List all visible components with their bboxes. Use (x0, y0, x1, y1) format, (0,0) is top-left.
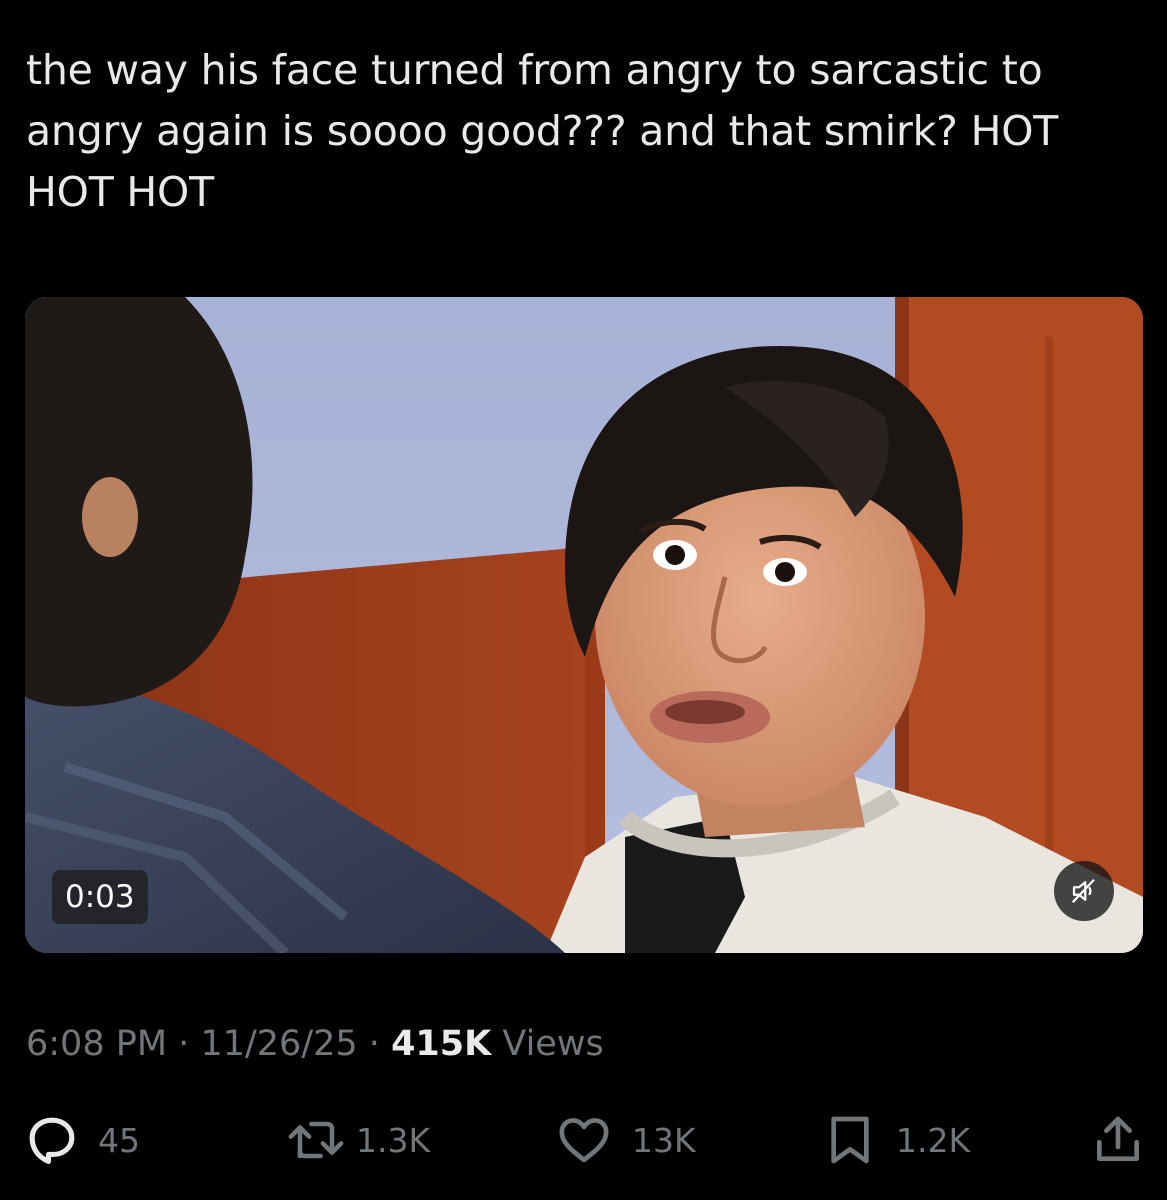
reply-button[interactable]: 45 (24, 1110, 140, 1170)
retweet-icon (288, 1121, 344, 1159)
meta-separator: · (368, 1024, 380, 1064)
video-player[interactable]: 0:03 (25, 297, 1143, 953)
like-button[interactable]: 13K (554, 1110, 696, 1170)
action-bar: 45 1.3K 13K 1.2K (0, 1110, 1167, 1170)
tweet-time[interactable]: 6:08 PM (26, 1024, 167, 1064)
speaker-muted-icon (1071, 878, 1095, 904)
reply-count: 45 (98, 1120, 140, 1160)
bookmark-icon (831, 1116, 869, 1164)
retweet-count: 1.3K (356, 1120, 431, 1160)
views-label: Views (502, 1024, 604, 1064)
tweet-date[interactable]: 11/26/25 (200, 1024, 357, 1064)
share-icon (1097, 1116, 1139, 1161)
video-duration-badge: 0:03 (52, 870, 148, 924)
tweet-meta: 6:08 PM · 11/26/25 · 415K Views (26, 1020, 604, 1068)
bookmark-count: 1.2K (896, 1120, 971, 1160)
like-count: 13K (632, 1120, 696, 1160)
video-frame (25, 297, 1143, 953)
reply-icon (29, 1117, 75, 1165)
tweet-text: the way his face turned from angry to sa… (26, 46, 1059, 216)
views-count: 415K (391, 1024, 492, 1064)
mute-button[interactable] (1054, 861, 1114, 921)
like-icon (559, 1118, 609, 1163)
share-button[interactable] (1090, 1110, 1146, 1170)
retweet-button[interactable]: 1.3K (284, 1110, 430, 1170)
meta-separator: · (178, 1024, 190, 1064)
bookmark-button[interactable]: 1.2K (822, 1110, 970, 1170)
